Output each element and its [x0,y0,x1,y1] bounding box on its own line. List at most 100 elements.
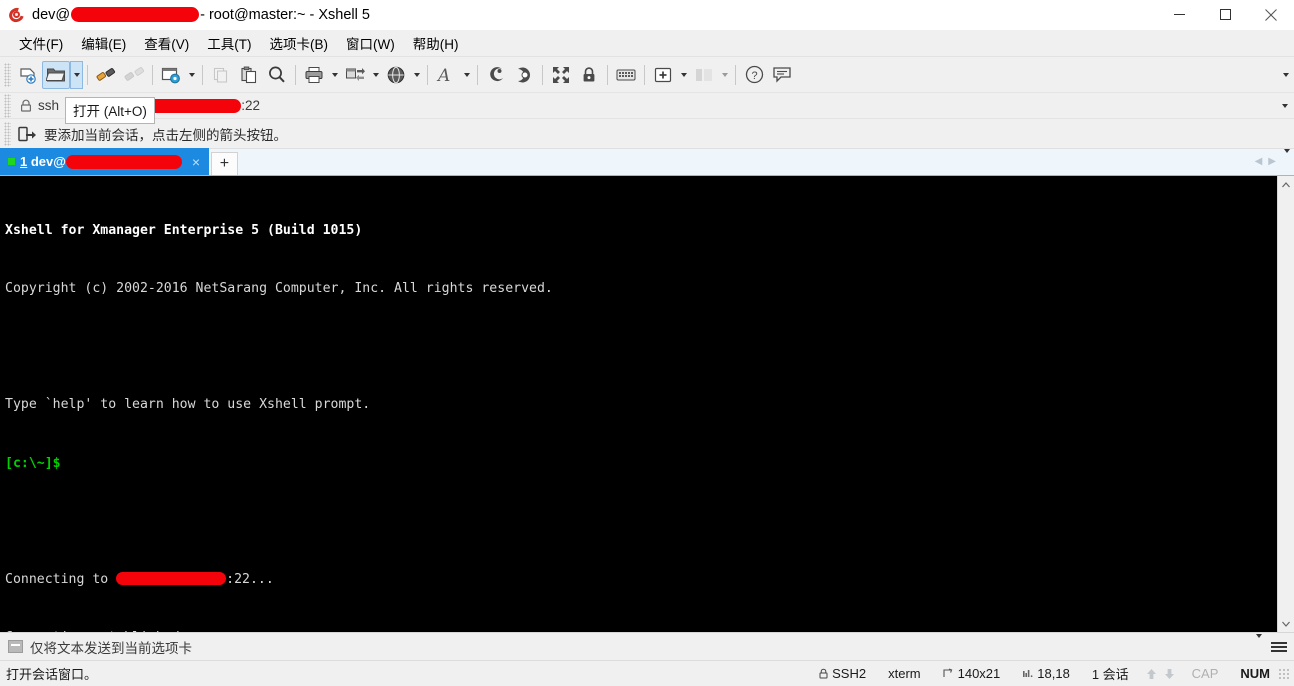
toolbar-separator [427,64,428,85]
open-session-icon[interactable] [42,60,70,89]
add-tab-dropdown-caret[interactable] [677,61,690,89]
terminal-line-prompt-local: [c:\~]$ [5,455,61,471]
status-terminal-type: xterm [888,666,921,681]
menu-window-label: 窗口(W) [346,37,395,52]
status-lock-icon [819,668,828,679]
terminal-area: Xshell for Xmanager Enterprise 5 (Build … [0,175,1294,632]
window-title-suffix: - root@master:~ - Xshell 5 [200,6,370,23]
menu-file[interactable]: 文件(F) [10,30,72,56]
menu-file-label: 文件(F) [19,37,64,52]
disconnect-icon[interactable] [120,61,148,89]
print-icon[interactable] [300,61,328,89]
toolbar-separator [735,64,736,85]
tab-connected-indicator [8,158,15,165]
close-button[interactable] [1248,0,1294,30]
xshell-script-icon[interactable] [482,61,510,89]
tab-session-1[interactable]: 1 dev@ × [0,148,209,175]
find-icon[interactable] [263,61,291,89]
addressbar-grip[interactable] [4,93,11,118]
toolbar-separator [295,64,296,85]
toolbar-overflow-caret[interactable] [1278,72,1294,77]
session-url-input[interactable]: ssh**@:22 [14,93,1276,119]
status-size-label: 140x21 [957,666,1001,681]
menu-window[interactable]: 窗口(W) [337,30,404,56]
lock-icon[interactable] [575,61,603,89]
window-controls [1156,0,1294,30]
menu-tools[interactable]: 工具(T) [198,30,260,56]
tab-scroll-right-icon[interactable]: ▶ [1266,156,1278,167]
menu-bar: 文件(F) 编辑(E) 查看(V) 工具(T) 选项卡(B) 窗口(W) 帮助(… [0,30,1294,56]
terminal-line: Copyright (c) 2002-2016 NetSarang Comput… [5,281,553,297]
properties-dropdown-caret[interactable] [185,61,198,89]
scrollbar-track[interactable] [1277,193,1294,615]
cursor-position-icon [1022,668,1033,679]
status-cursor-position: 18,18 [1011,666,1081,681]
upload-arrow-icon [1146,668,1157,680]
keyboard-icon[interactable] [612,61,640,89]
send-bar-controls [1256,633,1294,656]
tab-list-caret[interactable] [1280,148,1290,171]
toolbar-separator [644,64,645,85]
arrange-dropdown-caret[interactable] [718,61,731,89]
terminal-line: Xshell for Xmanager Enterprise 5 (Build … [5,222,363,238]
toolbar-separator [152,64,153,85]
terminal-line: Type `help' to learn how to use Xshell p… [5,397,371,413]
menu-view[interactable]: 查看(V) [135,30,198,56]
transfer-dropdown-caret[interactable] [369,61,382,89]
address-dropdown-caret[interactable] [1276,103,1294,108]
font-icon[interactable]: A [432,61,460,89]
chat-icon[interactable] [768,61,796,89]
open-dropdown-caret[interactable] [70,60,83,89]
transfer-file-icon[interactable] [341,61,369,89]
menu-tabs[interactable]: 选项卡(B) [261,30,338,56]
window-resize-grip[interactable] [1278,667,1290,680]
fullscreen-icon[interactable] [547,61,575,89]
connect-icon[interactable] [92,61,120,89]
terminal-scrollbar[interactable] [1277,176,1294,632]
noticebar-grip[interactable] [4,121,11,146]
status-indicators: SSH2 xterm 140x21 18,18 1 会话 CAP NUM [808,664,1294,683]
scroll-down-button[interactable] [1278,615,1294,632]
menu-tools-label: 工具(T) [207,37,252,52]
toolbar-grip[interactable] [4,62,11,87]
toolbar: A ? [0,56,1294,92]
copy-icon[interactable] [207,61,235,89]
toolbar-separator [542,64,543,85]
help-icon[interactable]: ? [740,61,768,89]
status-protocol-label: SSH2 [832,666,867,681]
menu-edit[interactable]: 编辑(E) [72,30,135,56]
paste-icon[interactable] [235,61,263,89]
font-dropdown-caret[interactable] [460,61,473,89]
scroll-up-button[interactable] [1278,176,1294,193]
tab-bar: 1 dev@ × + ◀ ▶ [0,148,1294,175]
web-dropdown-caret[interactable] [410,61,423,89]
compose-icon[interactable] [510,61,538,89]
add-tab-icon[interactable] [649,61,677,89]
new-tab-button[interactable]: + [210,152,238,175]
minimize-button[interactable] [1156,0,1202,30]
tab-scroll-left-icon[interactable]: ◀ [1253,156,1265,167]
tab-close-button[interactable]: × [189,155,203,169]
send-text-bar: 仅将文本发送到当前选项卡 [0,632,1294,660]
print-dropdown-caret[interactable] [328,61,341,89]
maximize-button[interactable] [1202,0,1248,30]
window-title: dev@ - root@master:~ - Xshell 5 [32,7,370,23]
new-session-icon[interactable] [14,61,42,89]
sendbar-dropdown-caret[interactable] [1256,633,1262,656]
terminal-line-connecting: Connecting to :22... [5,570,1277,589]
status-message: 打开会话窗口。 [6,667,98,682]
open-session-tooltip: 打开 (Alt+O) [65,97,155,124]
tab-index: 1 [20,154,28,169]
menu-help[interactable]: 帮助(H) [404,30,468,56]
redacted-host [145,98,242,113]
session-properties-icon[interactable] [157,61,185,89]
terminal-output[interactable]: Xshell for Xmanager Enterprise 5 (Build … [0,176,1277,632]
connecting-prefix: Connecting to [5,572,117,588]
address-bar: ssh**@:22 [0,92,1294,118]
xshell-window: dev@ - root@master:~ - Xshell 5 文件(F) 编辑… [0,0,1294,686]
status-size: 140x21 [932,666,1012,681]
arrange-icon[interactable] [690,61,718,89]
sendbar-menu-icon[interactable] [1271,641,1287,652]
web-icon[interactable] [382,61,410,89]
